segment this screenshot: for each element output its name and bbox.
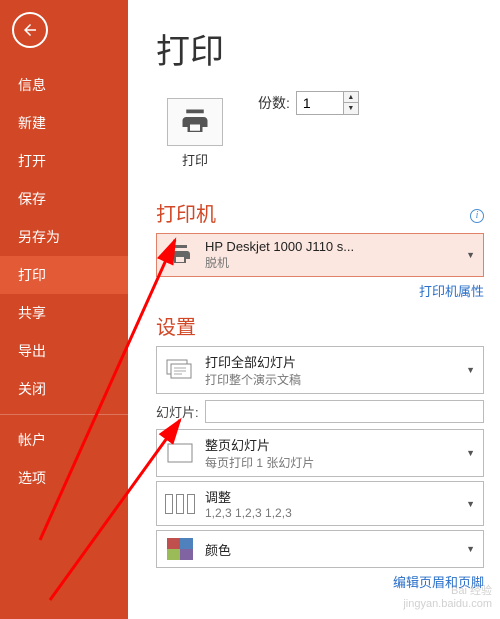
printer-status: 脱机 — [205, 254, 456, 271]
sidebar-divider — [0, 414, 128, 415]
sidebar-item-open[interactable]: 打开 — [0, 142, 128, 180]
sidebar-item-share[interactable]: 共享 — [0, 294, 128, 332]
color-dropdown[interactable]: 颜色 ▼ — [156, 530, 484, 568]
collate-title: 调整 — [205, 487, 456, 506]
printer-name: HP Deskjet 1000 J110 s... — [205, 239, 456, 254]
copies-control: 份数: ▲ ▼ — [258, 91, 359, 115]
collate-icon — [165, 491, 195, 517]
copies-input[interactable] — [297, 92, 343, 114]
chevron-down-icon: ▼ — [466, 250, 475, 260]
layout-sub: 每页打印 1 张幻灯片 — [205, 454, 456, 471]
slides-label: 幻灯片: — [156, 402, 199, 421]
color-icon — [165, 536, 195, 562]
back-button[interactable] — [12, 12, 48, 48]
sidebar-item-info[interactable]: 信息 — [0, 66, 128, 104]
collate-dropdown[interactable]: 调整 1,2,3 1,2,3 1,2,3 ▼ — [156, 481, 484, 526]
copies-label: 份数: — [258, 93, 290, 113]
chevron-down-icon: ▼ — [466, 448, 475, 458]
sidebar-item-save[interactable]: 保存 — [0, 180, 128, 218]
printer-properties-link[interactable]: 打印机属性 — [419, 284, 484, 299]
printer-dropdown[interactable]: HP Deskjet 1000 J110 s... 脱机 ▼ — [156, 233, 484, 277]
page-title: 打印 — [156, 24, 484, 73]
sidebar-item-export[interactable]: 导出 — [0, 332, 128, 370]
info-icon[interactable]: i — [470, 209, 484, 223]
print-panel: 打印 打印 份数: ▲ ▼ 打印机 i HP Deskjet — [128, 0, 500, 619]
watermark: Bai 经验 jingyan.baidu.com — [403, 585, 492, 611]
chevron-down-icon: ▼ — [466, 544, 475, 554]
arrow-left-icon — [21, 21, 39, 39]
chevron-down-icon: ▼ — [466, 365, 475, 375]
settings-section-title: 设置 — [156, 311, 484, 340]
print-button-label: 打印 — [182, 150, 208, 169]
copies-spinner[interactable]: ▲ ▼ — [296, 91, 359, 115]
print-range-sub: 打印整个演示文稿 — [205, 371, 456, 388]
backstage-sidebar: 信息 新建 打开 保存 另存为 打印 共享 导出 关闭 帐户 选项 — [0, 0, 128, 619]
printer-section-title: 打印机 — [156, 198, 216, 227]
copies-up[interactable]: ▲ — [344, 92, 358, 103]
print-button[interactable]: 打印 — [156, 91, 234, 176]
sidebar-item-close[interactable]: 关闭 — [0, 370, 128, 408]
slides-input[interactable] — [205, 400, 484, 423]
sidebar-item-options[interactable]: 选项 — [0, 459, 128, 497]
sidebar-item-saveas[interactable]: 另存为 — [0, 218, 128, 256]
sidebar-item-account[interactable]: 帐户 — [0, 421, 128, 459]
sidebar-item-new[interactable]: 新建 — [0, 104, 128, 142]
color-title: 颜色 — [205, 540, 456, 559]
print-range-dropdown[interactable]: 打印全部幻灯片 打印整个演示文稿 ▼ — [156, 346, 484, 394]
full-page-icon — [165, 440, 195, 466]
layout-dropdown[interactable]: 整页幻灯片 每页打印 1 张幻灯片 ▼ — [156, 429, 484, 477]
collate-sub: 1,2,3 1,2,3 1,2,3 — [205, 506, 456, 520]
sidebar-item-print[interactable]: 打印 — [0, 256, 128, 294]
printer-device-icon — [165, 242, 195, 268]
layout-title: 整页幻灯片 — [205, 435, 456, 454]
printer-icon — [167, 98, 223, 146]
print-range-title: 打印全部幻灯片 — [205, 352, 456, 371]
slides-all-icon — [165, 357, 195, 383]
chevron-down-icon: ▼ — [466, 499, 475, 509]
copies-down[interactable]: ▼ — [344, 103, 358, 114]
